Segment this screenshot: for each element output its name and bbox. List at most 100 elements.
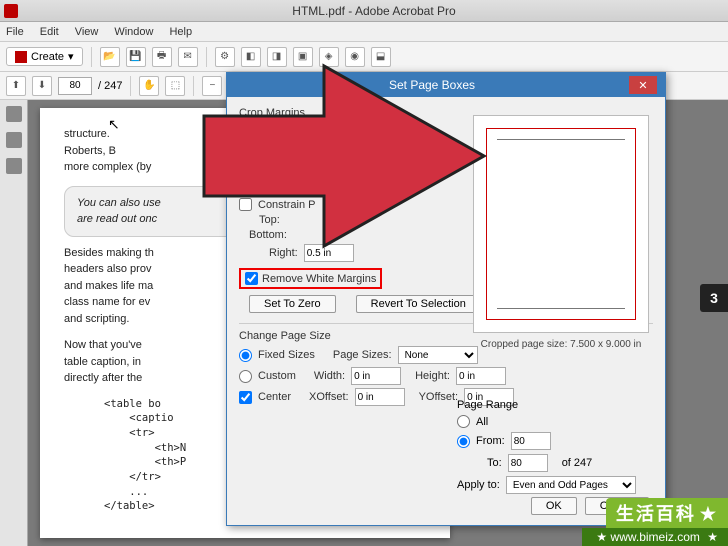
width-input[interactable]	[351, 367, 401, 385]
mail-icon[interactable]: ✉	[178, 47, 198, 67]
from-radio[interactable]	[457, 435, 470, 448]
set-page-boxes-dialog: Set Page Boxes ✕ Crop Margins Show All B…	[226, 72, 666, 526]
to-label: To:	[487, 457, 502, 469]
fixed-sizes-label: Fixed Sizes	[258, 349, 315, 361]
ok-button[interactable]: OK	[531, 497, 577, 515]
preview-crop-box	[486, 128, 636, 320]
star-icon: ★	[707, 530, 718, 544]
top-label: Top:	[259, 214, 280, 226]
open-icon[interactable]: 📂	[100, 47, 120, 67]
menu-help[interactable]: Help	[169, 26, 192, 38]
from-label: From:	[476, 435, 505, 447]
step-badge: 3	[700, 284, 728, 312]
apply-to-select[interactable]: Even and Odd Pages	[506, 476, 636, 494]
close-button[interactable]: ✕	[629, 76, 657, 94]
attachments-icon[interactable]	[6, 158, 22, 174]
menu-file[interactable]: File	[6, 26, 24, 38]
doc-text: are read out onc	[77, 213, 157, 225]
center-checkbox[interactable]	[239, 391, 252, 404]
constrain-checkbox[interactable]	[239, 198, 252, 211]
doc-text: table caption, in	[64, 356, 141, 368]
xoffset-input[interactable]	[355, 388, 405, 406]
page-range-group: Page Range All From: To: of 247 Apply to…	[457, 397, 636, 498]
all-pages-radio[interactable]	[457, 415, 470, 428]
page-sizes-select[interactable]: None	[398, 346, 478, 364]
fixed-sizes-radio[interactable]	[239, 349, 252, 362]
select-tool-icon[interactable]: ⬚	[165, 76, 185, 96]
print-icon[interactable]: 🖶	[152, 47, 172, 67]
doc-text: Now that you've	[64, 339, 142, 351]
toolbar-main: Create ▾ 📂 💾 🖶 ✉ ⚙ ◧ ◨ ▣ ◈ ◉ ⬓	[0, 42, 728, 72]
tool-icon[interactable]: ▣	[293, 47, 313, 67]
remove-white-margins-label: Remove White Margins	[262, 273, 376, 285]
page-up-icon[interactable]: ⬆	[6, 76, 26, 96]
from-input[interactable]	[511, 432, 551, 450]
menu-view[interactable]: View	[75, 26, 99, 38]
page-total: / 247	[98, 80, 122, 92]
custom-radio[interactable]	[239, 370, 252, 383]
to-input[interactable]	[508, 454, 548, 472]
remove-white-margins-checkbox[interactable]	[245, 272, 258, 285]
tool-icon[interactable]: ⬓	[371, 47, 391, 67]
of-total-label: of 247	[562, 457, 593, 469]
create-label: Create	[31, 51, 64, 63]
menu-window[interactable]: Window	[114, 26, 153, 38]
page-down-icon[interactable]: ⬇	[32, 76, 52, 96]
hand-tool-icon[interactable]: ✋	[139, 76, 159, 96]
custom-label: Custom	[258, 370, 296, 382]
right-label: Right:	[269, 247, 298, 259]
menu-edit[interactable]: Edit	[40, 26, 59, 38]
doc-text: more complex (by	[64, 161, 151, 173]
window-title: HTML.pdf - Adobe Acrobat Pro	[24, 4, 724, 18]
doc-text: Besides making th	[64, 247, 154, 259]
tool-icon[interactable]: ◈	[319, 47, 339, 67]
constrain-label: Constrain P	[258, 199, 315, 211]
center-label: Center	[258, 391, 291, 403]
all-label: All	[476, 416, 488, 428]
height-input[interactable]	[456, 367, 506, 385]
remove-white-margins-highlight: Remove White Margins	[239, 268, 382, 289]
pdf-icon	[4, 4, 18, 18]
show-all-boxes-checkbox[interactable]	[239, 123, 252, 136]
revert-button[interactable]: Revert To Selection	[356, 295, 481, 313]
chevron-down-icon: ▾	[68, 50, 74, 63]
save-icon[interactable]: 💾	[126, 47, 146, 67]
star-icon: ★	[700, 504, 718, 524]
bottom-label: Bottom:	[249, 229, 287, 241]
doc-text: class name for ev	[64, 296, 150, 308]
thumbnails-icon[interactable]	[6, 106, 22, 122]
menubar: File Edit View Window Help	[0, 22, 728, 42]
doc-text: Roberts, B	[64, 145, 116, 157]
doc-text: and makes life ma	[64, 280, 153, 292]
doc-text: structure.	[64, 128, 110, 140]
doc-text: and scripting.	[64, 313, 129, 325]
page-sizes-label: Page Sizes:	[333, 349, 392, 361]
watermark-title: 生活百科★	[606, 498, 728, 528]
doc-text: headers also prov	[64, 263, 151, 275]
watermark-url: ★ www.bimeiz.com ★	[582, 528, 728, 546]
tool-icon[interactable]: ◨	[267, 47, 287, 67]
separator	[206, 47, 207, 67]
create-button[interactable]: Create ▾	[6, 47, 83, 66]
right-input[interactable]	[304, 244, 354, 262]
doc-text: directly after the	[64, 372, 142, 384]
gear-icon[interactable]: ⚙	[215, 47, 235, 67]
preview-caption: Cropped page size: 7.500 x 9.000 in	[473, 339, 649, 350]
page-number-input[interactable]	[58, 77, 92, 95]
apply-to-label: Apply to:	[457, 479, 500, 491]
set-to-zero-button[interactable]: Set To Zero	[249, 295, 336, 313]
separator	[91, 47, 92, 67]
tool-icon[interactable]: ◧	[241, 47, 261, 67]
width-label: Width:	[314, 370, 345, 382]
bookmarks-icon[interactable]	[6, 132, 22, 148]
zoom-out-icon[interactable]: −	[202, 76, 222, 96]
tool-icon[interactable]: ◉	[345, 47, 365, 67]
page-preview	[473, 115, 649, 333]
titlebar: HTML.pdf - Adobe Acrobat Pro	[0, 0, 728, 22]
separator	[130, 76, 131, 96]
page-range-label: Page Range	[457, 399, 636, 411]
separator	[193, 76, 194, 96]
sidebar	[0, 100, 28, 546]
yoffset-label: YOffset:	[419, 391, 459, 403]
xoffset-label: XOffset:	[309, 391, 349, 403]
